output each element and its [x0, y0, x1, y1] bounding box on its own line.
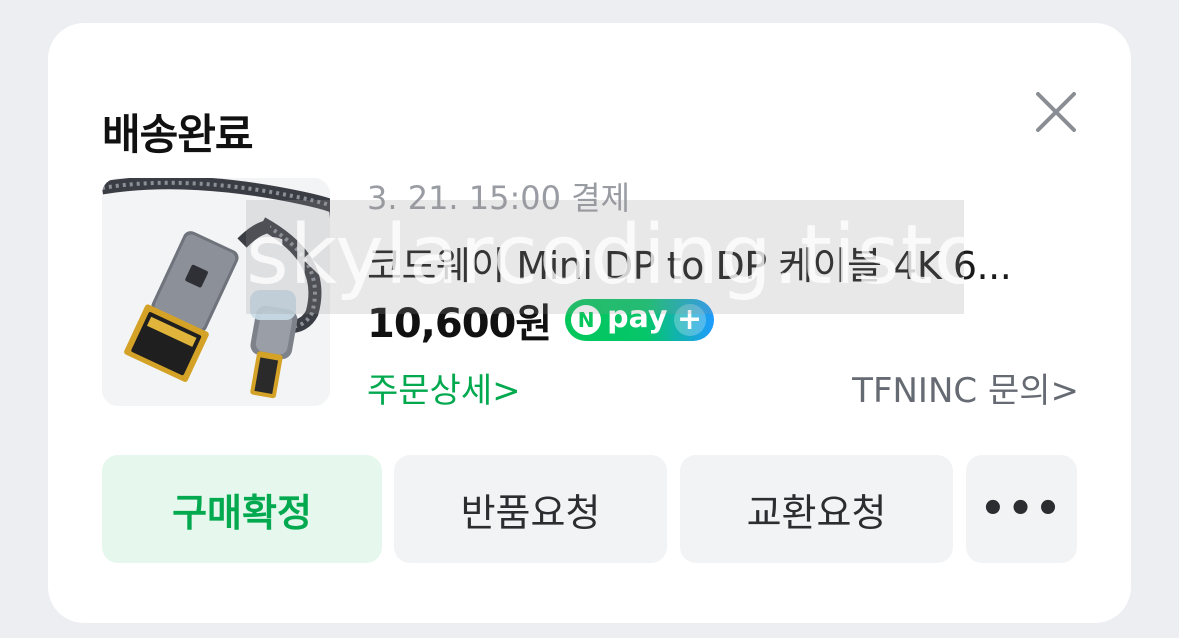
product-price: 10,600원: [367, 301, 552, 347]
delivery-status-card: 배송완료 3. 21. 15:00 결제 코드웨이 Mini DP to DP …: [48, 23, 1131, 623]
price-row: 10,600원 N pay +: [367, 291, 714, 349]
product-name[interactable]: 코드웨이 Mini DP to DP 케이블 4K 6...: [367, 235, 1067, 290]
exchange-request-button[interactable]: 교환요청: [680, 455, 953, 563]
npay-text: pay: [607, 300, 668, 335]
seller-inquiry-link[interactable]: TFNINC 문의>: [852, 363, 1079, 412]
product-thumbnail[interactable]: [102, 178, 330, 406]
confirm-purchase-button[interactable]: 구매확정: [102, 455, 382, 563]
card-title: 배송완료: [102, 110, 254, 159]
more-options-button[interactable]: •••: [966, 455, 1077, 563]
payment-date: 3. 21. 15:00 결제: [367, 179, 631, 217]
order-detail-link[interactable]: 주문상세>: [367, 363, 521, 412]
npay-n-icon: N: [571, 305, 602, 335]
cable-image: [102, 178, 330, 406]
close-icon: [1036, 92, 1076, 132]
npay-plus-icon: +: [673, 304, 706, 336]
close-button[interactable]: [1031, 87, 1081, 137]
return-request-button[interactable]: 반품요청: [394, 455, 667, 563]
npay-plus-badge: N pay +: [565, 299, 714, 341]
